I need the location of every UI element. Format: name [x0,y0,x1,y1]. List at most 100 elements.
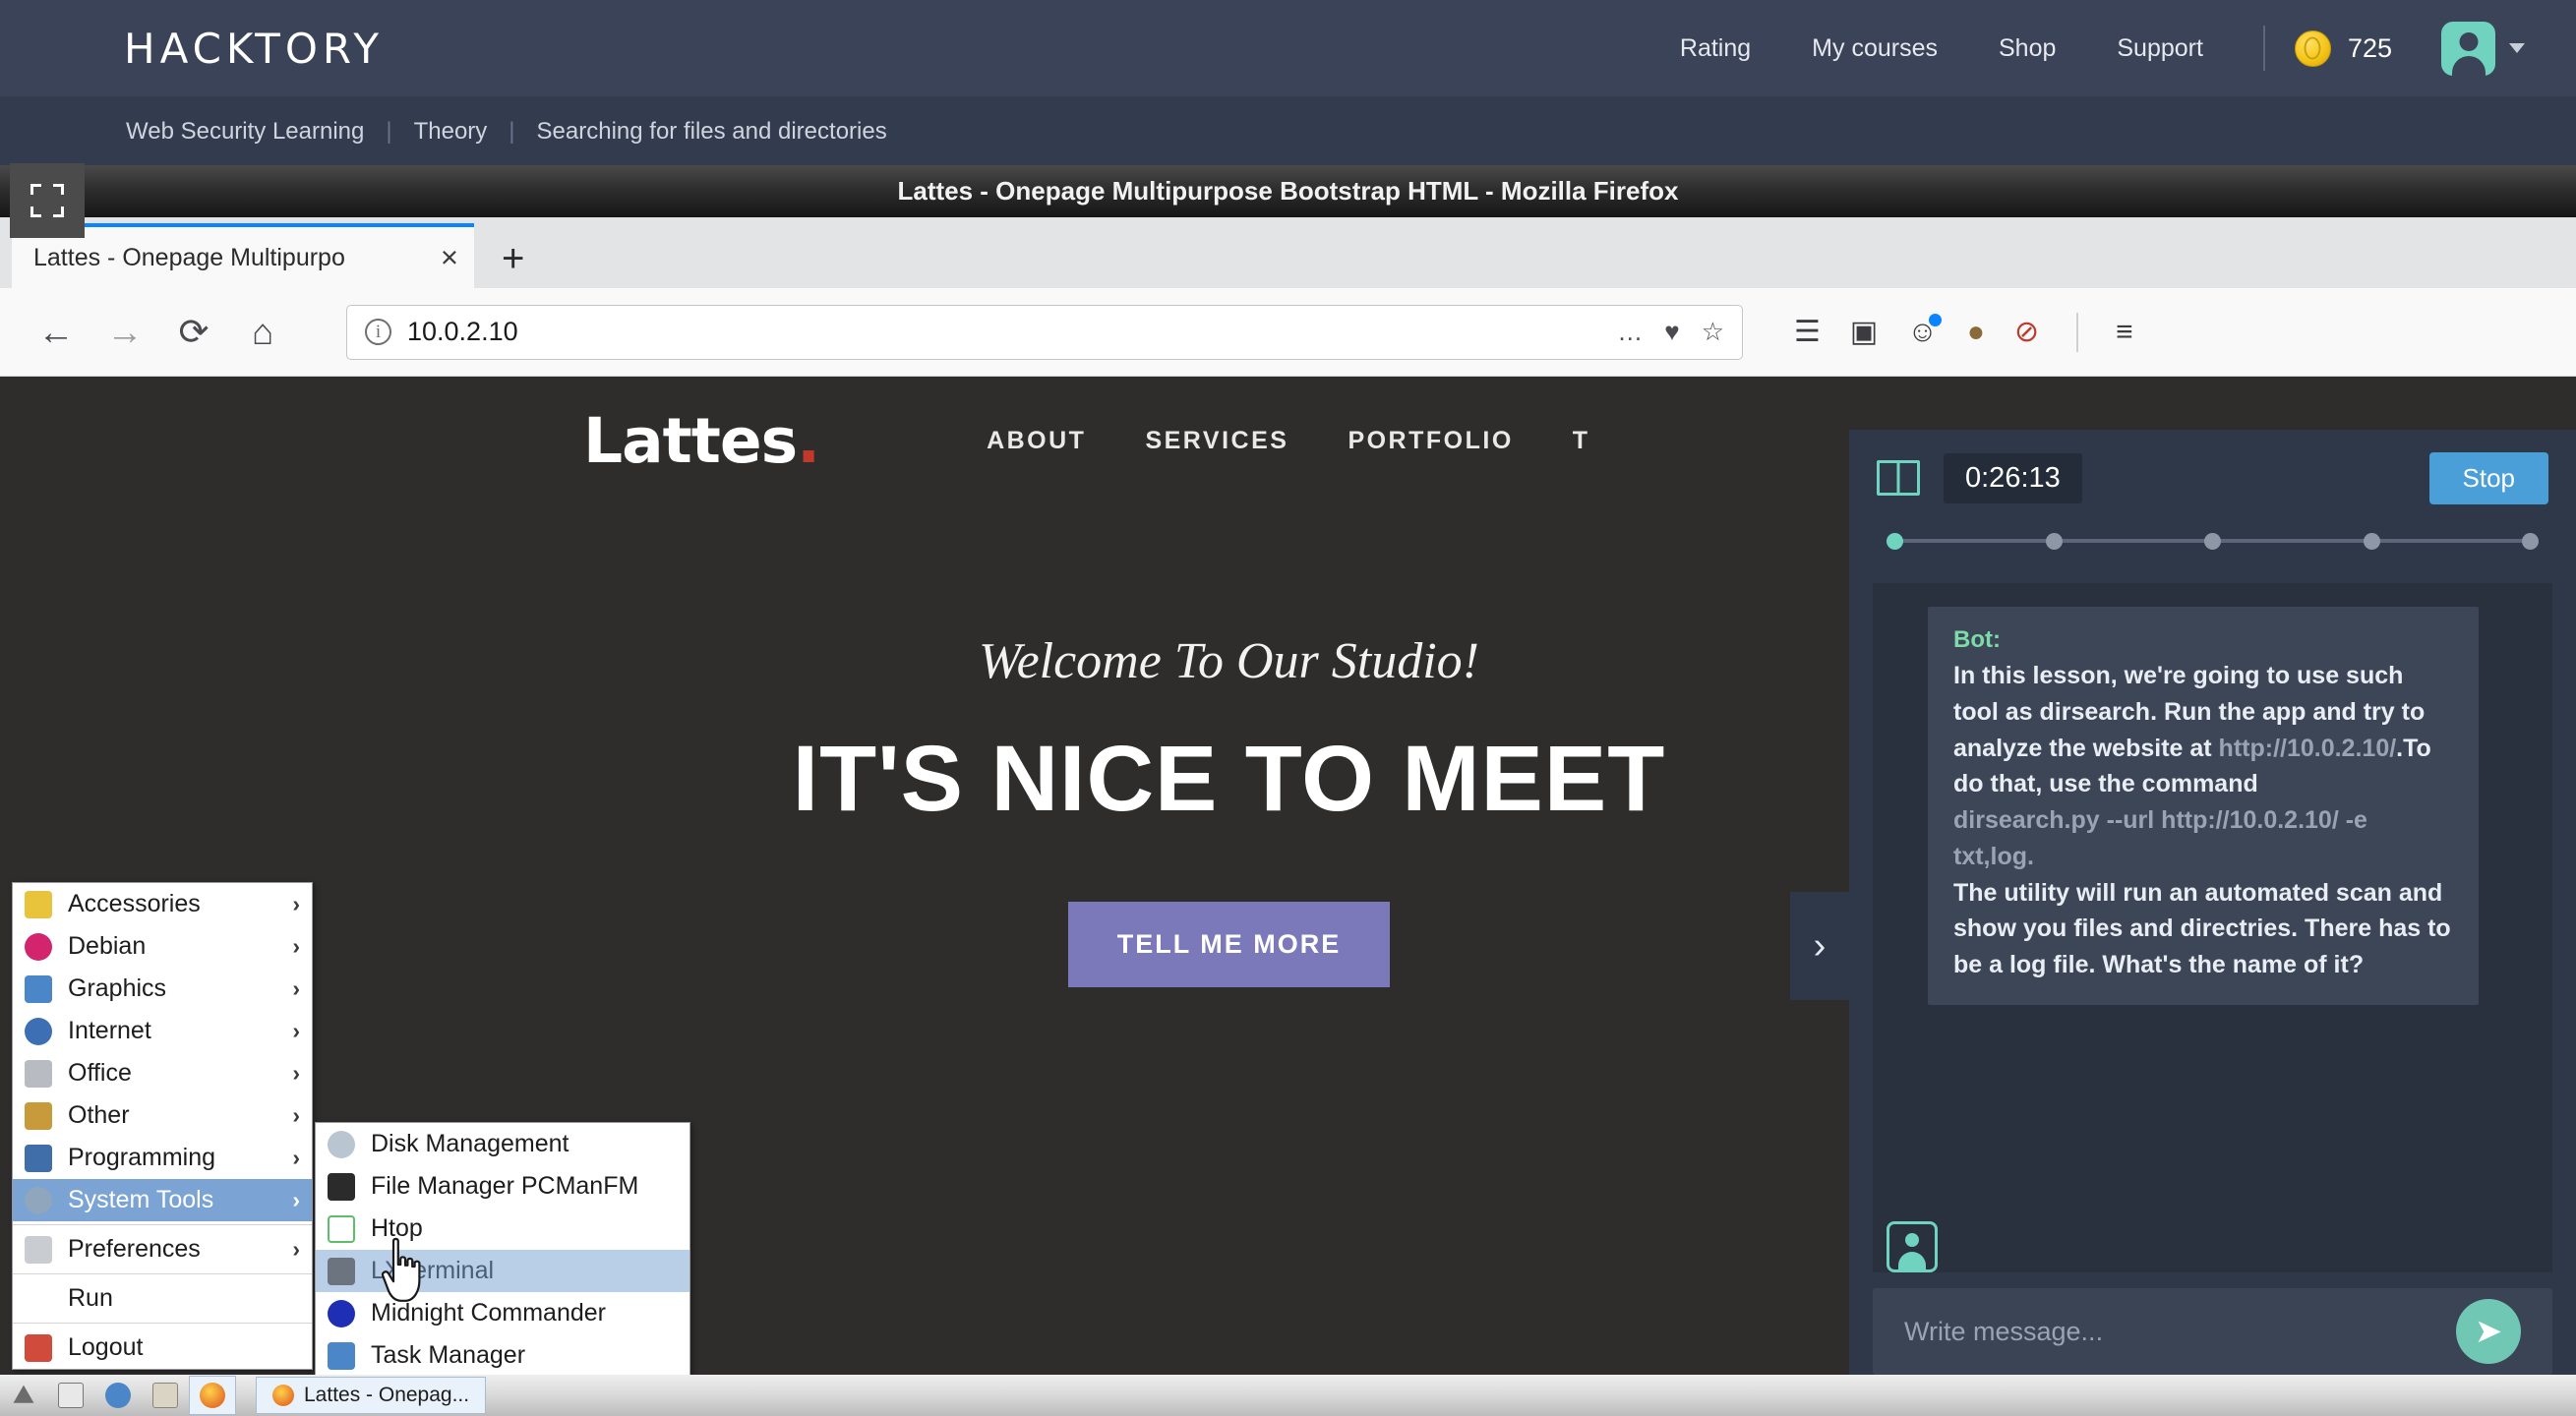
menu-launcher-icon[interactable] [0,1376,47,1415]
progress-dot-5[interactable] [2522,533,2539,550]
toolbar-icons: ☰ ▣ ☺ ● ⊘ ≡ [1794,313,2133,352]
menu-item-programming[interactable]: Programming › [13,1137,312,1179]
submenu-item-htop[interactable]: Htop [316,1208,689,1250]
hacktory-header: HACKTORY Rating My courses Shop Support … [0,0,2576,96]
site-logo[interactable]: Lattes. [583,405,819,477]
nav-link-my-courses[interactable]: My courses [1781,34,1968,63]
back-icon[interactable]: ← [22,312,90,353]
close-icon[interactable]: × [441,240,458,275]
task-manager-icon [328,1342,355,1370]
menu-item-other[interactable]: Other › [13,1094,312,1137]
coin-count: 725 [2348,33,2392,64]
menu-item-accessories[interactable]: Accessories › [13,883,312,925]
nav-link-shop[interactable]: Shop [1968,34,2086,63]
window-titlebar: Lattes - Onepage Multipurpose Bootstrap … [0,165,2576,217]
graphics-icon [25,975,52,1003]
forward-icon[interactable]: → [90,312,159,353]
bot-message-text: In this lesson, we're going to use such … [1953,658,2453,983]
breadcrumb: Web Security Learning | Theory | Searchi… [0,96,2576,167]
htop-icon [328,1215,355,1243]
site-nav-team[interactable]: T [1543,427,1620,455]
progress-dot-2[interactable] [2046,533,2063,550]
chevron-right-icon: › [292,975,300,1002]
chat-messages: Bot: In this lesson, we're going to use … [1873,583,2552,1272]
submenu-item-file-manager[interactable]: File Manager PCManFM [316,1165,689,1208]
breadcrumb-item-course[interactable]: Web Security Learning [126,118,364,146]
hacktory-logo[interactable]: HACKTORY [124,25,384,73]
file-manager-launcher-icon[interactable] [142,1376,189,1415]
hamburger-menu-icon[interactable]: ≡ [2116,316,2133,349]
coin-balance[interactable]: 725 [2295,30,2392,67]
other-icon [25,1102,52,1130]
tab-title: Lattes - Onepage Multipurpo [33,244,433,272]
user-menu[interactable] [2441,22,2525,76]
chevron-right-icon: › [292,1236,300,1263]
toolbar-divider [2076,313,2078,352]
submenu-item-disk-management[interactable]: Disk Management [316,1123,689,1165]
menu-item-internet[interactable]: Internet › [13,1010,312,1052]
debian-icon [25,933,52,961]
menu-item-logout[interactable]: Logout [13,1327,312,1369]
chevron-right-icon: › [292,1018,300,1044]
chevron-right-icon: › [292,1060,300,1087]
navigation-toolbar: ← → ⟳ ⌂ i 10.0.2.10 … ♥ ☆ ☰ ▣ ☺ ● ⊘ ≡ [0,288,2576,377]
bookmark-star-icon[interactable]: ☆ [1702,317,1724,347]
firefox-launcher-icon[interactable] [189,1376,236,1415]
menu-item-debian[interactable]: Debian › [13,925,312,968]
chevron-right-icon: › [292,1102,300,1129]
account-icon[interactable]: ☺ [1907,316,1938,349]
send-button[interactable]: ➤ [2456,1299,2521,1364]
breadcrumb-separator: | [509,118,514,146]
terminal-launcher-icon[interactable] [47,1376,94,1415]
submenu-item-midnight-commander[interactable]: Midnight Commander [316,1292,689,1334]
fullscreen-icon[interactable] [10,163,85,238]
lxterminal-icon [328,1258,355,1285]
office-icon [25,1060,52,1088]
menu-item-system-tools[interactable]: System Tools › [13,1179,312,1221]
chat-collapse-button[interactable]: › [1790,892,1849,1000]
site-nav: ABOUT SERVICES PORTFOLIO T [957,427,1619,455]
menu-item-preferences[interactable]: Preferences › [13,1228,312,1270]
menu-item-graphics[interactable]: Graphics › [13,968,312,1010]
taskbar: Lattes - Onepag... [0,1375,2576,1416]
chevron-right-icon: › [292,1145,300,1171]
submenu-item-lxterminal[interactable]: LXTerminal [316,1250,689,1292]
home-icon[interactable]: ⌂ [228,312,297,353]
progress-dot-3[interactable] [2204,533,2221,550]
bot-link-url[interactable]: http://10.0.2.10/ [2219,735,2397,762]
chat-input-row: ➤ [1873,1272,2552,1390]
progress-dot-4[interactable] [2364,533,2380,550]
progress-dot-1[interactable] [1887,533,1903,550]
taskbar-window-label: Lattes - Onepag... [304,1384,469,1407]
tell-me-more-button[interactable]: TELL ME MORE [1068,902,1391,987]
pocket-icon[interactable]: ♥ [1664,317,1679,347]
cookie-icon[interactable]: ● [1967,316,1985,349]
menu-item-run[interactable]: Run [13,1277,312,1320]
site-nav-portfolio[interactable]: PORTFOLIO [1318,427,1542,455]
sidebar-icon[interactable]: ▣ [1850,315,1878,349]
page-actions-icon[interactable]: … [1617,317,1643,347]
submenu-item-task-manager[interactable]: Task Manager [316,1334,689,1377]
breadcrumb-item-section[interactable]: Theory [414,118,488,146]
adblock-icon[interactable]: ⊘ [2014,315,2039,349]
stop-button[interactable]: Stop [2429,452,2549,504]
reload-icon[interactable]: ⟳ [159,311,228,353]
address-bar[interactable]: i 10.0.2.10 … ♥ ☆ [346,305,1743,360]
site-nav-services[interactable]: SERVICES [1115,427,1318,455]
menu-item-office[interactable]: Office › [13,1052,312,1094]
system-tools-submenu: Disk Management File Manager PCManFM Hto… [315,1122,690,1378]
menu-item-label: Graphics [68,974,292,1003]
site-info-icon[interactable]: i [365,319,391,345]
avatar-icon [2441,22,2495,76]
taskbar-window-button[interactable]: Lattes - Onepag... [256,1377,486,1414]
nav-link-rating[interactable]: Rating [1649,34,1781,63]
submenu-item-label: Task Manager [371,1341,678,1370]
new-tab-button[interactable]: + [474,239,552,288]
library-icon[interactable]: ☰ [1794,315,1821,349]
nav-link-support[interactable]: Support [2086,34,2234,63]
chat-message-input[interactable] [1873,1288,2552,1375]
browser-launcher-icon[interactable] [94,1376,142,1415]
menu-item-label: Internet [68,1017,292,1045]
site-nav-about[interactable]: ABOUT [957,427,1115,455]
book-icon [1877,460,1920,496]
